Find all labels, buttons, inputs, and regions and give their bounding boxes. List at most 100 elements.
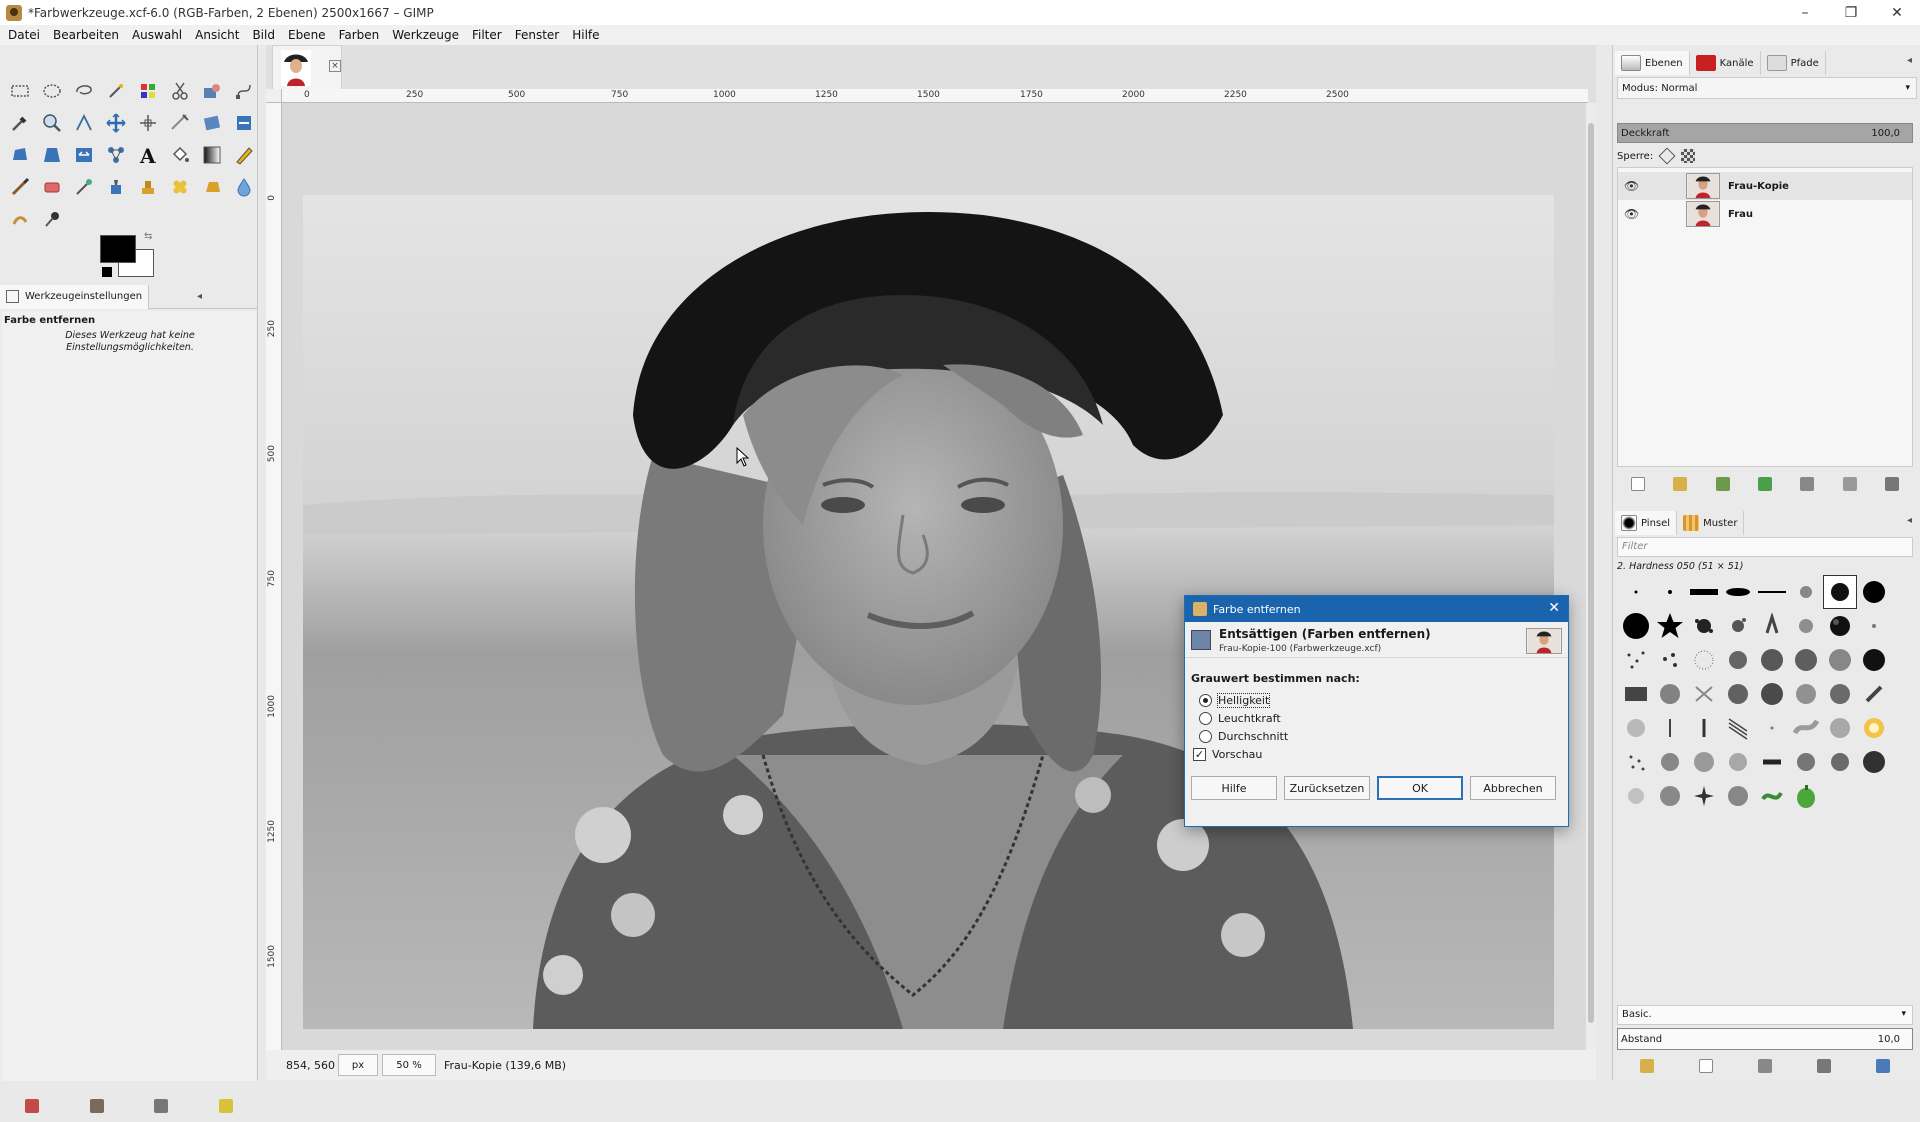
preview-checkbox-row[interactable]: ✓ Vorschau (1193, 748, 1262, 761)
measure-tool-icon[interactable] (68, 107, 100, 139)
dodge-burn-tool-icon[interactable] (36, 203, 68, 235)
image-canvas[interactable] (282, 103, 1586, 1065)
brush-item[interactable] (1687, 779, 1721, 813)
maximize-button[interactable]: ❐ (1828, 0, 1874, 25)
preview-label[interactable]: Vorschau (1212, 748, 1262, 761)
brush-item[interactable] (1857, 745, 1891, 779)
layer-name[interactable]: Frau-Kopie (1728, 181, 1789, 192)
menu-werkzeuge[interactable]: Werkzeuge (392, 28, 459, 42)
menu-datei[interactable]: Datei (8, 28, 40, 42)
brush-filter-input[interactable]: Filter (1617, 537, 1913, 557)
scissors-tool-icon[interactable] (164, 75, 196, 107)
eraser-tool-icon[interactable] (36, 171, 68, 203)
brush-item[interactable] (1755, 745, 1789, 779)
select-by-color-tool-icon[interactable] (132, 75, 164, 107)
cancel-button[interactable]: Abbrechen (1470, 776, 1556, 800)
new-brush-icon[interactable] (1698, 1059, 1713, 1073)
radio-button[interactable] (1199, 730, 1212, 743)
brush-item-selected[interactable] (1823, 575, 1857, 609)
brush-item[interactable] (1619, 643, 1653, 677)
airbrush-tool-icon[interactable] (68, 171, 100, 203)
eye-icon[interactable]: 👁 (1624, 207, 1644, 221)
vertical-scrollbar[interactable] (1586, 103, 1596, 1065)
fuzzy-select-tool-icon[interactable] (100, 75, 132, 107)
radio-label[interactable]: Helligkeit (1216, 693, 1271, 708)
eye-icon[interactable]: 👁 (1624, 179, 1644, 193)
brush-item[interactable] (1721, 575, 1755, 609)
heal-tool-icon[interactable] (164, 171, 196, 203)
menu-ebene[interactable]: Ebene (288, 28, 326, 42)
reset-options-icon[interactable] (218, 1099, 233, 1113)
brush-item[interactable] (1857, 677, 1891, 711)
brush-item[interactable] (1789, 677, 1823, 711)
close-window-button[interactable]: ✕ (1874, 0, 1920, 25)
lower-layer-icon[interactable] (1757, 477, 1772, 491)
gradient-tool-icon[interactable] (196, 139, 228, 171)
radio-label[interactable]: Leuchtkraft (1218, 712, 1281, 725)
image-tab[interactable]: × (272, 45, 342, 89)
zoom-select[interactable]: 50 % (382, 1054, 436, 1076)
brush-item[interactable] (1789, 745, 1823, 779)
brush-item[interactable] (1857, 609, 1891, 643)
menu-farben[interactable]: Farben (339, 28, 380, 42)
zoom-tool-icon[interactable] (36, 107, 68, 139)
foreground-color-swatch[interactable] (100, 235, 136, 263)
text-tool-icon[interactable]: A (132, 139, 164, 171)
paintbrush-tool-icon[interactable] (4, 171, 36, 203)
vertical-ruler[interactable]: 0 250 500 750 1000 1250 1500 (266, 103, 282, 1065)
radio-button[interactable] (1199, 694, 1212, 707)
smudge-tool-icon[interactable] (4, 203, 36, 235)
radio-luma-option[interactable]: Leuchtkraft (1199, 712, 1281, 725)
crop-tool-icon[interactable] (164, 107, 196, 139)
foreground-select-tool-icon[interactable] (196, 75, 228, 107)
brush-item[interactable] (1687, 609, 1721, 643)
brush-item[interactable] (1653, 779, 1687, 813)
layer-row[interactable]: 👁 Frau-Kopie (1618, 172, 1912, 200)
brush-item[interactable] (1653, 643, 1687, 677)
refresh-brushes-icon[interactable] (1876, 1059, 1891, 1073)
layer-row[interactable]: 👁 Frau (1618, 200, 1912, 228)
anchor-layer-icon[interactable] (1842, 477, 1857, 491)
brush-item[interactable] (1823, 677, 1857, 711)
tab-menu-icon[interactable]: ◂ (197, 291, 202, 302)
help-button[interactable]: Hilfe (1191, 776, 1277, 800)
ok-button[interactable]: OK (1377, 776, 1463, 800)
brush-item[interactable] (1687, 643, 1721, 677)
unified-transform-tool-icon[interactable] (196, 107, 228, 139)
brush-item[interactable] (1619, 745, 1653, 779)
brush-tags-input[interactable]: Basic. ▾ (1617, 1005, 1913, 1025)
brush-item[interactable] (1789, 711, 1823, 745)
menu-fenster[interactable]: Fenster (515, 28, 560, 42)
dialog-close-icon[interactable]: ✕ (1548, 600, 1560, 616)
delete-options-icon[interactable] (154, 1099, 169, 1113)
brush-item[interactable] (1755, 779, 1789, 813)
paths-tool-icon[interactable] (228, 75, 260, 107)
menu-filter[interactable]: Filter (472, 28, 502, 42)
duplicate-brush-icon[interactable] (1757, 1059, 1772, 1073)
brush-item[interactable] (1755, 609, 1789, 643)
minimize-button[interactable]: – (1782, 0, 1828, 25)
lasso-tool-icon[interactable] (68, 75, 100, 107)
brush-item[interactable] (1823, 745, 1857, 779)
duplicate-layer-icon[interactable] (1800, 477, 1815, 491)
save-options-icon[interactable] (25, 1099, 40, 1113)
dock-menu-icon[interactable]: ◂ (1907, 55, 1912, 66)
tab-paths[interactable]: Pfade (1761, 51, 1826, 75)
tab-brushes[interactable]: Pinsel (1615, 511, 1678, 535)
mode-select[interactable]: Modus: Normal ▾ (1617, 77, 1917, 99)
brush-item[interactable] (1789, 575, 1823, 609)
brush-item[interactable] (1755, 677, 1789, 711)
brush-item[interactable] (1619, 677, 1653, 711)
brush-item[interactable] (1755, 575, 1789, 609)
brush-item[interactable] (1721, 643, 1755, 677)
swap-colors-icon[interactable]: ⇆ (144, 231, 152, 242)
brush-item[interactable] (1653, 677, 1687, 711)
move-tool-icon[interactable] (100, 107, 132, 139)
brush-item[interactable] (1687, 575, 1721, 609)
brush-item[interactable] (1789, 779, 1823, 813)
brush-item[interactable] (1653, 711, 1687, 745)
brush-item[interactable] (1857, 643, 1891, 677)
tab-channels[interactable]: Kanäle (1690, 51, 1761, 75)
menu-bild[interactable]: Bild (252, 28, 275, 42)
align-tool-icon[interactable] (132, 107, 164, 139)
